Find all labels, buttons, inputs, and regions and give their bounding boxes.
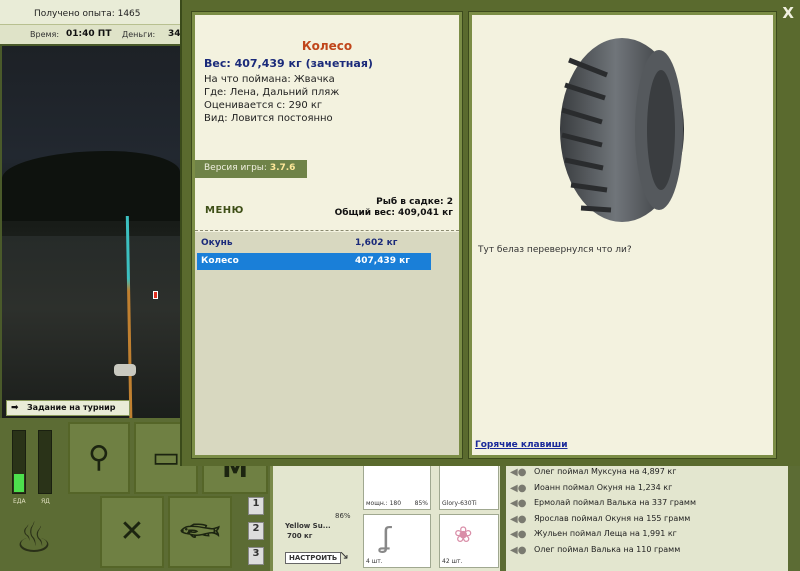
money-label: Деньги:: [122, 30, 156, 39]
fish-icon: ◀●: [510, 482, 527, 494]
catch-row-selected[interactable]: Колесо 407,439 кг: [197, 253, 431, 270]
catch-image-panel: Тут белаз перевернулся что ли? Горячие к…: [468, 11, 777, 459]
status-bar: Получено опыта: 1465 Время: 01:40 ПТ Ден…: [0, 0, 181, 44]
news-item: ◀● Ярослав поймал Окуня на 155 грамм: [510, 513, 691, 525]
poison-gauge: [38, 430, 52, 494]
news-feed: ◀● Олег поймал Муксуна на 4,897 кг ◀● Иоан…: [500, 462, 800, 571]
reel-power: мощн.: 180: [366, 500, 402, 507]
inventory-panel: Yellow Su... 700 кг 86% НАСТРОИТЬ ↘ мощн…: [270, 462, 500, 571]
bobber: [153, 291, 158, 299]
news-item: ◀● Олег поймал Валька на 110 грамм: [510, 544, 681, 556]
version-label: Версия игры:: [204, 163, 267, 173]
hotkeys-link[interactable]: Горячие клавиши: [475, 440, 568, 450]
tournament-task-label: Задание на турнир: [27, 403, 116, 412]
forest-hills: [2, 151, 180, 221]
news-item: ◀● Олег поймал Муксуна на 4,897 кг: [510, 467, 677, 478]
fish-in-net: Рыб в садке: 2: [376, 197, 453, 207]
rod-slot[interactable]: Yellow Su... 700 кг 86% НАСТРОИТЬ ↘: [277, 464, 357, 568]
hook-slot[interactable]: ʆ 4 шт.: [363, 514, 431, 568]
line-name: Glory-630Ti: [442, 500, 477, 507]
catch-location: Где: Лена, Дальний пляж: [204, 87, 340, 98]
fork-knife-icon: ✕: [119, 514, 145, 549]
time-value: 01:40 ПТ: [66, 29, 112, 39]
fish-icon: ◀●: [510, 467, 527, 478]
status-row: Время: 01:40 ПТ Деньги: 34: [0, 24, 181, 44]
catch-kind: Вид: Ловится постоянно: [204, 113, 333, 124]
reel: [114, 364, 136, 376]
arrow-down-right-icon: ↘: [339, 548, 350, 562]
total-weight: Общий вес: 409,041 кг: [334, 208, 453, 218]
xp-counter: Получено опыта: 1465: [34, 9, 141, 19]
catch-modal: X Колесо Вес: 407,439 кг (зачетная) На ч…: [180, 0, 800, 466]
time-label: Время:: [30, 30, 60, 39]
fish-icon: 𓆟: [179, 514, 221, 549]
bait-count: 42 шт.: [442, 558, 463, 565]
bait-slot[interactable]: ❀ 42 шт.: [439, 514, 499, 568]
catch-row[interactable]: Окунь 1,602 кг: [197, 235, 431, 252]
news-item: ◀● Жульен поймал Леща на 1,991 кг: [510, 529, 677, 540]
rod-name: Yellow Su...: [285, 522, 331, 530]
slot-3-button[interactable]: 3: [248, 547, 264, 565]
game-version: Версия игры: 3.7.6: [195, 160, 307, 178]
catch-comment: Тут белаз перевернулся что ли?: [478, 245, 632, 255]
hook-icon: ʆ: [382, 521, 392, 554]
fish-weight: Вес: 407,439 кг (зачетная): [204, 57, 373, 70]
tackle-tile[interactable]: ⚲: [68, 422, 130, 494]
food-tile[interactable]: ✕: [100, 496, 164, 568]
catch-row-name: Колесо: [201, 256, 239, 266]
fish-name: Колесо: [301, 39, 353, 53]
fish-icon: ◀●: [510, 544, 527, 556]
hook-count: 4 шт.: [366, 558, 383, 565]
bait-icon: ❀: [454, 523, 473, 548]
cauldron-icon[interactable]: ♨: [8, 510, 60, 566]
fish-icon: ◀●: [510, 529, 527, 540]
food-gauge: [12, 430, 26, 494]
food-label: ЕДА: [13, 498, 26, 505]
fish-icon: ◀●: [510, 498, 527, 509]
rod-durability: 86%: [335, 512, 351, 520]
tournament-task-button[interactable]: ➡ Задание на турнир: [6, 400, 130, 416]
setup-button[interactable]: НАСТРОИТЬ: [285, 552, 342, 564]
tire-image: [560, 38, 684, 222]
valued-from: Оценивается с: 290 кг: [204, 100, 323, 111]
reel-durability: 85%: [414, 500, 428, 507]
money-value: 34: [168, 29, 181, 39]
line-slot[interactable]: Glory-630Ti: [439, 462, 499, 510]
close-button[interactable]: X: [782, 4, 794, 22]
catch-row-name: Окунь: [201, 238, 233, 248]
fish-tile[interactable]: 𓆟: [168, 496, 232, 568]
water-surface: [2, 236, 180, 418]
arrow-right-icon: ➡: [11, 403, 19, 413]
version-value: 3.7.6: [269, 163, 296, 173]
fishing-scene[interactable]: ➡ Задание на турнир: [2, 46, 180, 418]
caught-on: На что поймана: Жвачка: [204, 74, 335, 85]
catch-row-weight: 1,602 кг: [355, 238, 398, 248]
rod-reel-icon: ⚲: [88, 440, 110, 475]
news-item: ◀● Иоанн поймал Окуня на 1,234 кг: [510, 482, 673, 494]
food-gauge-fill: [14, 474, 24, 492]
catch-list: Окунь 1,602 кг Колесо 407,439 кг: [195, 232, 459, 455]
news-item: ◀● Ермолай поймал Валька на 337 грамм: [510, 498, 696, 509]
news-list: ◀● Олег поймал Муксуна на 4,897 кг ◀● Иоан…: [506, 462, 788, 571]
catch-info-panel: Колесо Вес: 407,439 кг (зачетная) На что…: [191, 11, 463, 459]
rod-weight: 700 кг: [287, 532, 313, 540]
menu-button[interactable]: МЕНЮ: [205, 205, 244, 216]
net-totals: Рыб в садке: 2 Общий вес: 409,041 кг: [335, 197, 453, 219]
catch-row-weight: 407,439 кг: [355, 256, 410, 266]
slot-2-button[interactable]: 2: [248, 522, 264, 540]
poison-label: ЯД: [41, 498, 50, 505]
reel-slot[interactable]: мощн.: 180 85%: [363, 462, 431, 510]
divider: [195, 230, 459, 231]
slot-1-button[interactable]: 1: [248, 497, 264, 515]
fish-icon: ◀●: [510, 513, 527, 525]
